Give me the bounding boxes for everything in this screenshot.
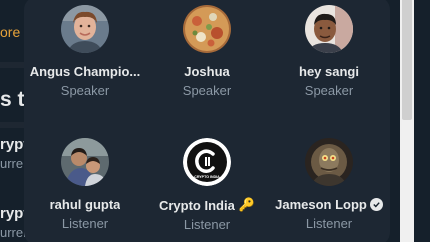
rahul-avatar: [61, 138, 109, 186]
sangi-avatar: [305, 5, 353, 53]
participant-jameson-lopp[interactable]: Jameson Lopp Listener: [268, 138, 390, 231]
participant-role: Listener: [61, 216, 109, 231]
participant-role: Speaker: [60, 83, 110, 98]
crypto-india-avatar: CRYPTO INDIA: [183, 138, 231, 186]
divider: [0, 62, 26, 68]
participant-role: Speaker: [182, 83, 232, 98]
participant-hey-sangi[interactable]: hey sangi Speaker: [268, 5, 390, 98]
participant-name-text: Jameson Lopp: [275, 197, 367, 212]
participant-name: Angus Champio...: [29, 64, 141, 79]
key-icon: 🔑: [238, 197, 256, 212]
participant-role: Listener: [305, 216, 353, 231]
participant-name: Jameson Lopp: [275, 197, 383, 212]
angus-avatar: [61, 5, 109, 53]
divider: [0, 122, 26, 128]
jameson-avatar: [305, 138, 353, 186]
show-more-link[interactable]: ore: [0, 24, 20, 40]
joshua-avatar: [183, 5, 231, 53]
participant-role: Speaker: [304, 83, 354, 98]
crypto-india-logo-text: CRYPTO INDIA: [194, 175, 220, 179]
participant-joshua[interactable]: Joshua Speaker: [146, 5, 268, 98]
participant-name-text: Crypto India: [158, 197, 235, 213]
verified-badge-icon: [369, 198, 383, 211]
participant-role: Listener: [183, 217, 231, 232]
scrollbar-thumb[interactable]: [402, 0, 412, 120]
participant-name: rahul gupta: [49, 197, 121, 212]
participant-crypto-india[interactable]: CRYPTO INDIA Crypto India 🔑 Listener: [146, 138, 268, 232]
participant-name: Crypto India 🔑: [159, 197, 255, 213]
participant-name: hey sangi: [299, 64, 359, 79]
participant-rahul-gupta[interactable]: rahul gupta Listener: [24, 138, 146, 231]
participant-angus[interactable]: Angus Champio... Speaker: [24, 5, 146, 98]
participant-name: Joshua: [184, 64, 230, 79]
participants-grid: Angus Champio... Speaker Joshua Speaker: [24, 0, 390, 242]
